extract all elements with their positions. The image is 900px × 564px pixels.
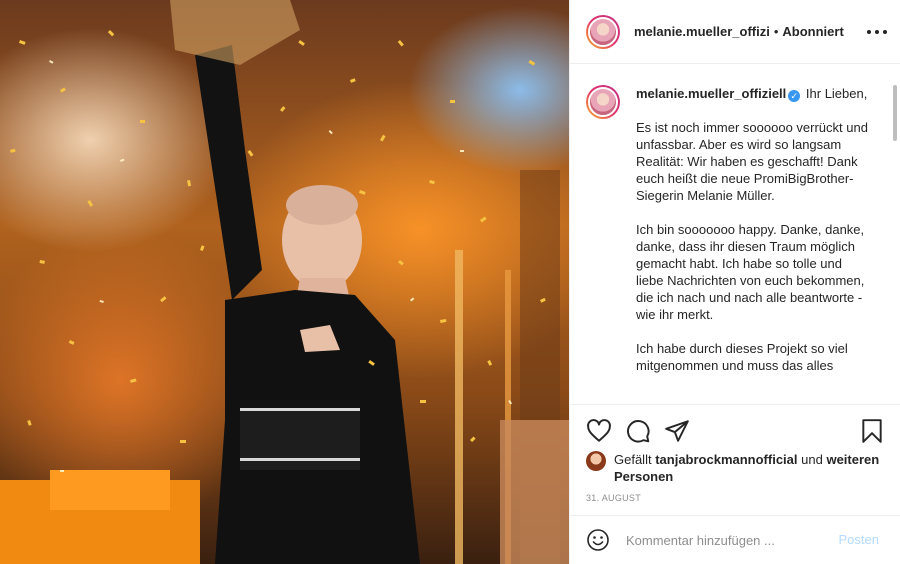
heart-icon[interactable] [586,418,612,444]
caption-paragraph: Ihr Lieben, [805,86,868,101]
post-panel: melanie.mueller_offizi • Abonniert melan… [569,0,900,564]
caption-username[interactable]: melanie.mueller_offiziell [636,86,786,101]
liker-username[interactable]: tanjabrockmannofficial [655,452,797,467]
verified-badge-icon: ✓ [788,90,801,102]
caption: melanie.mueller_offiziell ✓ Ihr Lieben, E… [586,85,886,374]
smiley-icon[interactable] [586,528,610,552]
comment-bubble-icon[interactable] [625,418,651,444]
post-date[interactable]: 31. AUGUST [586,493,641,503]
header-separator: • [773,24,779,39]
likes-connector: und [801,452,823,467]
likes-text: Gefällt tanjabrockmannofficial und weite… [614,451,886,485]
post-button[interactable]: Posten [839,532,879,547]
avatar-image [588,87,618,117]
liker-avatar[interactable] [586,451,606,471]
paper-plane-icon[interactable] [664,418,690,444]
caption-paragraph: Ich habe durch dieses Projekt so viel mi… [636,341,848,373]
likes-prefix: Gefällt [614,452,652,467]
post-photo[interactable] [0,0,569,564]
more-options-icon[interactable] [867,22,887,42]
avatar-image [588,16,618,47]
bookmark-icon[interactable] [859,418,885,444]
caption-paragraph: Es ist noch immer soooooo verrückt und u… [636,120,868,203]
author-avatar[interactable] [586,14,620,49]
caption-body: melanie.mueller_offiziell ✓ Ihr Lieben, E… [636,85,868,374]
comment-input[interactable] [626,532,816,548]
comments-area[interactable]: melanie.mueller_offiziell ✓ Ihr Lieben, E… [570,65,900,405]
author-username[interactable]: melanie.mueller_offizi [634,24,770,39]
action-bar [570,410,900,450]
photo-illustration [0,0,569,564]
post-header: melanie.mueller_offizi • Abonniert [570,0,900,64]
caption-avatar[interactable] [586,85,620,119]
likes-summary: Gefällt tanjabrockmannofficial und weite… [586,451,886,485]
caption-paragraph: Ich bin sooooooo happy. Danke, danke, da… [636,222,865,322]
comment-bar: Posten [570,515,900,564]
scrollbar[interactable] [893,85,897,141]
follow-button[interactable]: Abonniert [782,24,843,39]
